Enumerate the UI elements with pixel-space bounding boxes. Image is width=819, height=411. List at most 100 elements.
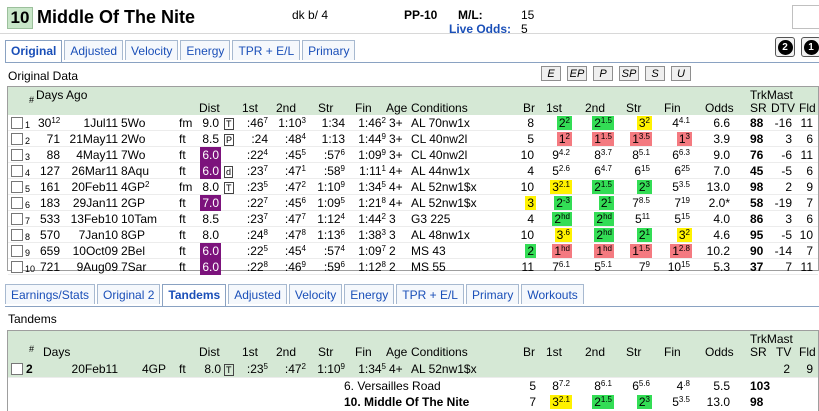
- row-checkbox[interactable]: [11, 133, 23, 145]
- horse-name: Middle Of The Nite: [37, 7, 196, 27]
- position-final: 719: [660, 196, 692, 210]
- value-cell: 11.5: [592, 132, 614, 146]
- position-stretch: 78.5: [620, 196, 652, 210]
- distance-value: 8.0: [202, 228, 219, 242]
- filter-s-button[interactable]: S: [645, 66, 665, 81]
- bottom-tab-underline: [5, 306, 819, 307]
- race-date: 7Jan10: [78, 228, 118, 242]
- row-checkbox[interactable]: [11, 149, 23, 161]
- odds: 9.0: [713, 148, 730, 162]
- filter-ep-button[interactable]: EP: [567, 66, 587, 81]
- value-main: 10: [667, 260, 682, 274]
- value-sup: 3.5: [638, 132, 650, 141]
- row-checkbox[interactable]: [11, 363, 23, 375]
- value-main: 2: [594, 395, 601, 409]
- post-bar: 4: [518, 212, 536, 226]
- tandem-race-row[interactable]: 2 20Feb11 4GP ft 8.0 T:235:472 1:109 1:345 4+ AL …: [8, 361, 818, 378]
- table-row[interactable]: 8 570 7Jan10 8GP ft 8.0:248:478 1:136 1:383 3 AL …: [8, 227, 818, 243]
- value-sup: 1.5: [600, 180, 612, 189]
- tandem-horse-row[interactable]: 10. Middle Of The Nite 7 32.1 21.5 23 53.5 13.…: [8, 394, 818, 410]
- col-stretch: Str: [318, 101, 334, 115]
- value-main: :23: [246, 164, 264, 178]
- second-call-time: :456: [272, 196, 308, 210]
- dtv-value: -14: [774, 244, 792, 258]
- race-conditions: AL 52nw1$x: [411, 362, 477, 376]
- table-row[interactable]: 6 183 29Jan11 2GP ft 7.0:227:456 1:095 1:218 4+ A…: [8, 195, 818, 211]
- odds: 5.5: [713, 379, 730, 393]
- value-sup: 5.1: [638, 148, 650, 157]
- filter-sp-button[interactable]: SP: [619, 66, 639, 81]
- filter-p-button[interactable]: P: [593, 66, 613, 81]
- bottom-tab-tpr-e-l[interactable]: TPR + E/L: [396, 284, 464, 304]
- row-checkbox[interactable]: [11, 229, 23, 241]
- dtv-value: -5: [781, 228, 792, 242]
- top-tab-velocity[interactable]: Velocity: [125, 40, 179, 60]
- top-tab-tpr-e-l[interactable]: TPR + E/L: [232, 40, 301, 60]
- bottom-tab-primary[interactable]: Primary: [465, 284, 520, 304]
- row-checkbox[interactable]: [11, 197, 23, 209]
- days-ago: 533: [36, 212, 62, 226]
- surface: fm: [179, 116, 193, 130]
- morning-line-label: M/L:: [458, 8, 483, 22]
- bottom-tab-workouts[interactable]: Workouts: [521, 284, 584, 304]
- row-checkbox[interactable]: [11, 245, 23, 257]
- top-tab-energy[interactable]: Energy: [180, 40, 231, 60]
- race-conditions: AL 52nw1$x: [411, 180, 477, 194]
- surface: ft: [179, 260, 186, 274]
- value-sup: 9: [381, 132, 386, 141]
- value-sup: 7.2: [558, 379, 570, 388]
- tandem-horse-row[interactable]: 6. Versailles Road 5 87.2 86.1 65.6 4.8 5.5 103: [8, 378, 818, 394]
- table-row[interactable]: 7 533 13Feb10 10Tam ft 8.5:237:477 1:124 1:442 3…: [8, 211, 818, 227]
- bottom-tab-energy[interactable]: Energy: [344, 284, 395, 304]
- value-cell: :455: [283, 148, 308, 162]
- row-checkbox[interactable]: [11, 165, 23, 177]
- race-number-track: 4GP2: [119, 180, 151, 194]
- table-row[interactable]: 3 88 4May11 7Wo ft 6.0:224:455:576 1:099 3+ CL 4…: [8, 147, 818, 163]
- bottom-tab-adjusted[interactable]: Adjusted: [228, 284, 287, 304]
- age-restriction: 3: [389, 212, 396, 226]
- bottom-tab-velocity[interactable]: Velocity: [288, 284, 343, 304]
- value-main: 10: [520, 180, 534, 194]
- row-checkbox[interactable]: [11, 181, 23, 193]
- row-number: 4: [25, 168, 31, 178]
- value-main: :47: [284, 362, 302, 376]
- value-main: 4: [527, 164, 534, 178]
- distance: 6.0: [197, 163, 221, 179]
- value-main: 2GP: [121, 196, 146, 210]
- value-sup: 5: [301, 148, 306, 157]
- filter-u-button[interactable]: U: [671, 66, 691, 81]
- view-1-button[interactable]: 1: [801, 37, 819, 57]
- grid-header: # Days Ago Dist 1st 2nd Str Fin Age Cond…: [8, 87, 818, 115]
- row-checkbox[interactable]: [11, 213, 23, 225]
- bottom-tab-tandems[interactable]: Tandems: [162, 284, 227, 306]
- days-ago: 88: [36, 148, 62, 162]
- value-cell: :477: [283, 212, 308, 226]
- value-sup: 2: [381, 212, 386, 221]
- top-tab-primary[interactable]: Primary: [302, 40, 356, 60]
- table-row[interactable]: 9 659 10Oct09 2Bel ft 6.0:225:454:574 1:097 2 MS…: [8, 243, 818, 259]
- row-checkbox[interactable]: [11, 117, 23, 129]
- top-tab-original[interactable]: Original: [5, 40, 63, 62]
- row-checkbox[interactable]: [11, 261, 23, 273]
- table-row[interactable]: 4 127 26Mar11 8Aqu ft 6.0 d:237:471:589 1:111 4+…: [8, 163, 818, 179]
- table-row[interactable]: 1 3012 1Jul11 5Wo fm 9.0 T:467 1:103 1:34 1:462 3+…: [8, 115, 818, 131]
- top-right-input[interactable]: [792, 5, 819, 29]
- filter-e-button[interactable]: E: [541, 66, 561, 81]
- bottom-tab-earnings-stats[interactable]: Earnings/Stats: [5, 284, 96, 304]
- race-date: 20Feb11: [71, 180, 118, 194]
- odds: 7.0: [713, 164, 730, 178]
- top-tab-adjusted[interactable]: Adjusted: [64, 40, 124, 60]
- view-2-button[interactable]: 2: [775, 37, 795, 57]
- col-final: Fin: [355, 101, 372, 115]
- marker-box: P: [224, 134, 235, 146]
- table-row[interactable]: 5 161 20Feb11 4GP2 fm 8.0 T:235:472 1:109 1:345 4…: [8, 179, 818, 195]
- value-sup: 3.5: [678, 395, 690, 404]
- value-cell: :227: [245, 196, 270, 210]
- value-main: 1:10: [278, 116, 302, 130]
- position-final: 12.8: [660, 244, 692, 258]
- bottom-tab-original-2[interactable]: Original 2: [97, 284, 161, 304]
- second-call-time: :478: [272, 228, 308, 242]
- table-row[interactable]: 2 71 21May11 2Wo ft 8.5 P:24:484 1:13 1:449 3+ CL …: [8, 131, 818, 147]
- value-main: 2Bel: [121, 244, 146, 258]
- table-row[interactable]: 10 721 9Aug09 7Sar ft 6.0:228:469:596 1:128 2 MS…: [8, 259, 818, 275]
